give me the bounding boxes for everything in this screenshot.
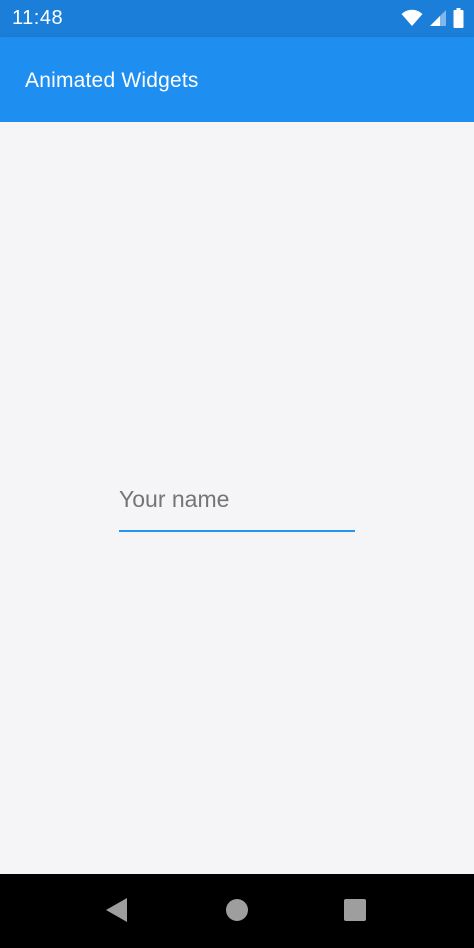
home-button[interactable]	[224, 898, 250, 927]
home-icon	[225, 898, 249, 927]
name-input[interactable]	[119, 478, 355, 532]
status-icons	[401, 8, 464, 28]
status-bar: 11:48	[0, 0, 474, 37]
status-time: 11:48	[12, 7, 64, 29]
back-button[interactable]	[104, 897, 130, 928]
wifi-icon	[401, 9, 423, 27]
app-title: Animated Widgets	[25, 69, 199, 92]
battery-icon	[453, 8, 464, 28]
app-bar: Animated Widgets	[0, 37, 474, 122]
recent-apps-button[interactable]	[342, 898, 368, 927]
back-icon	[105, 897, 129, 928]
cellular-signal-icon	[429, 9, 447, 27]
navigation-bar	[0, 874, 474, 948]
recent-apps-icon	[343, 898, 367, 927]
